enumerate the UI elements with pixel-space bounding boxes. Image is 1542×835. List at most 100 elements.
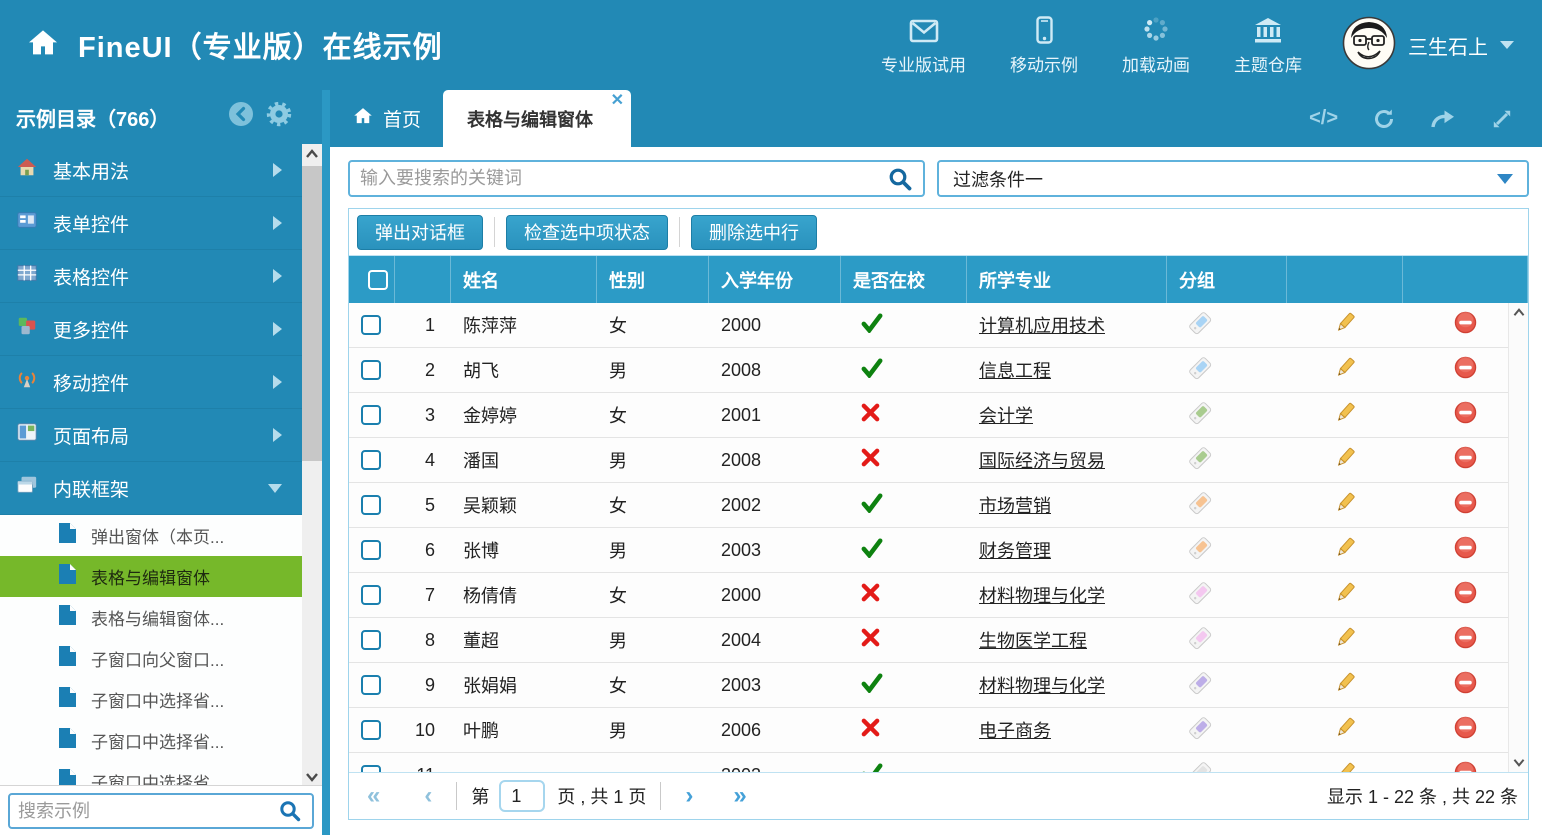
row-checkbox[interactable]	[361, 720, 381, 740]
major-link[interactable]: 财务管理	[979, 537, 1051, 563]
sidebar-menu-home[interactable]: 基本用法	[0, 144, 302, 197]
view-source-code-icon[interactable]: </>	[1309, 107, 1338, 130]
sidebar-menu-form[interactable]: 表单控件	[0, 197, 302, 250]
major-link[interactable]: 材料物理与化学	[979, 672, 1105, 698]
row-checkbox[interactable]	[361, 495, 381, 515]
prev-page-icon[interactable]: ‹	[424, 786, 432, 806]
first-page-icon[interactable]: «	[367, 786, 380, 806]
delete-icon[interactable]	[1454, 536, 1477, 564]
tab-home[interactable]: 首页	[330, 90, 443, 147]
tab-active[interactable]: 表格与编辑窗体 ✕	[443, 90, 631, 147]
tag-icon[interactable]	[1187, 310, 1213, 341]
sidebar-subitem[interactable]: 子窗口中选择省...	[0, 720, 302, 761]
table-scroll-down-icon[interactable]	[1512, 757, 1526, 768]
top-nav-item-spinner[interactable]: 加载动画	[1122, 14, 1190, 76]
tag-icon[interactable]	[1187, 490, 1213, 521]
sidebar-menu-grid[interactable]: 表格控件	[0, 250, 302, 303]
row-checkbox[interactable]	[361, 585, 381, 605]
table-scroll-up-icon[interactable]	[1512, 307, 1526, 318]
major-link[interactable]: 国际经济与贸易	[979, 447, 1105, 473]
major-link[interactable]: 市场营销	[979, 492, 1051, 518]
edit-pencil-icon[interactable]	[1333, 446, 1357, 475]
row-checkbox[interactable]	[361, 630, 381, 650]
row-checkbox[interactable]	[361, 405, 381, 425]
tag-icon[interactable]	[1187, 760, 1213, 773]
delete-icon[interactable]	[1454, 356, 1477, 384]
edit-pencil-icon[interactable]	[1333, 626, 1357, 655]
tag-icon[interactable]	[1187, 445, 1213, 476]
top-nav-item-bank[interactable]: 主题仓库	[1234, 14, 1302, 76]
next-page-icon[interactable]: ›	[685, 786, 693, 806]
delete-icon[interactable]	[1454, 491, 1477, 519]
delete-icon[interactable]	[1454, 716, 1477, 744]
tag-icon[interactable]	[1187, 670, 1213, 701]
sidebar-scrollbar[interactable]	[302, 144, 322, 787]
delete-icon[interactable]	[1454, 581, 1477, 609]
edit-pencil-icon[interactable]	[1333, 401, 1357, 430]
tag-icon[interactable]	[1187, 400, 1213, 431]
top-nav-item-envelope[interactable]: 专业版试用	[881, 14, 966, 76]
refresh-icon[interactable]	[1372, 107, 1396, 131]
major-link[interactable]: 会计学	[979, 402, 1033, 428]
delete-icon[interactable]	[1454, 761, 1477, 772]
table-scrollbar[interactable]	[1508, 303, 1528, 772]
filter-dropdown[interactable]: 过滤条件一	[937, 160, 1529, 197]
delete-icon[interactable]	[1454, 446, 1477, 474]
edit-pencil-icon[interactable]	[1333, 491, 1357, 520]
sidebar-menu-layout[interactable]: 页面布局	[0, 409, 302, 462]
settings-gear-icon[interactable]	[266, 101, 292, 133]
row-checkbox[interactable]	[361, 315, 381, 335]
select-all-checkbox[interactable]	[368, 270, 388, 290]
page-number-input[interactable]	[499, 780, 545, 812]
delete-icon[interactable]	[1454, 401, 1477, 429]
row-checkbox[interactable]	[361, 540, 381, 560]
keyword-search-icon[interactable]	[877, 166, 923, 192]
delete-icon[interactable]	[1454, 626, 1477, 654]
share-icon[interactable]	[1430, 107, 1456, 131]
toolbar-button-3[interactable]: 删除选中行	[691, 215, 817, 250]
major-link[interactable]: 计算机应用技术	[979, 312, 1105, 338]
sidebar-menu-antenna[interactable]: 移动控件	[0, 356, 302, 409]
sidebar-subitem[interactable]: 子窗口中选择省	[0, 761, 302, 787]
scrollbar-thumb[interactable]	[302, 166, 322, 461]
scroll-up-icon[interactable]	[305, 148, 319, 160]
sidebar-search-icon[interactable]	[268, 799, 312, 823]
keyword-search-input[interactable]	[350, 168, 877, 189]
sidebar-subitem[interactable]: 子窗口向父窗口...	[0, 638, 302, 679]
sidebar-subitem[interactable]: 弹出窗体（本页...	[0, 515, 302, 556]
delete-icon[interactable]	[1454, 671, 1477, 699]
edit-pencil-icon[interactable]	[1333, 761, 1357, 773]
sidebar-subitem[interactable]: 子窗口中选择省...	[0, 679, 302, 720]
edit-pencil-icon[interactable]	[1333, 671, 1357, 700]
sidebar-search-input[interactable]	[10, 801, 268, 822]
tag-icon[interactable]	[1187, 715, 1213, 746]
top-nav-item-mobile[interactable]: 移动示例	[1010, 14, 1078, 76]
toolbar-button-2[interactable]: 检查选中项状态	[506, 215, 668, 250]
toolbar-button-1[interactable]: 弹出对话框	[357, 215, 483, 250]
last-page-icon[interactable]: »	[733, 786, 746, 806]
tag-icon[interactable]	[1187, 535, 1213, 566]
brand[interactable]: FineUI（专业版）在线示例	[0, 24, 443, 66]
scroll-down-icon[interactable]	[305, 771, 319, 783]
major-link[interactable]: 生物医学工程	[979, 627, 1087, 653]
major-link[interactable]: 信息工程	[979, 357, 1051, 383]
sidebar-splitter[interactable]	[322, 90, 330, 835]
tag-icon[interactable]	[1187, 625, 1213, 656]
row-checkbox[interactable]	[361, 765, 381, 772]
edit-pencil-icon[interactable]	[1333, 716, 1357, 745]
sidebar-subitem[interactable]: 表格与编辑窗体	[0, 556, 302, 597]
fullscreen-expand-icon[interactable]	[1490, 107, 1514, 131]
edit-pencil-icon[interactable]	[1333, 311, 1357, 340]
user-menu[interactable]: 三生石上	[1302, 16, 1542, 75]
edit-pencil-icon[interactable]	[1333, 581, 1357, 610]
sidebar-subitem[interactable]: 表格与编辑窗体...	[0, 597, 302, 638]
collapse-sidebar-icon[interactable]	[228, 101, 254, 133]
tab-close-icon[interactable]: ✕	[611, 93, 624, 109]
row-checkbox[interactable]	[361, 450, 381, 470]
major-link[interactable]: 电子商务	[979, 717, 1051, 743]
sidebar-menu-frames[interactable]: 内联框架	[0, 462, 302, 515]
row-checkbox[interactable]	[361, 675, 381, 695]
sidebar-menu-cubes[interactable]: 更多控件	[0, 303, 302, 356]
tag-icon[interactable]	[1187, 355, 1213, 386]
tag-icon[interactable]	[1187, 580, 1213, 611]
